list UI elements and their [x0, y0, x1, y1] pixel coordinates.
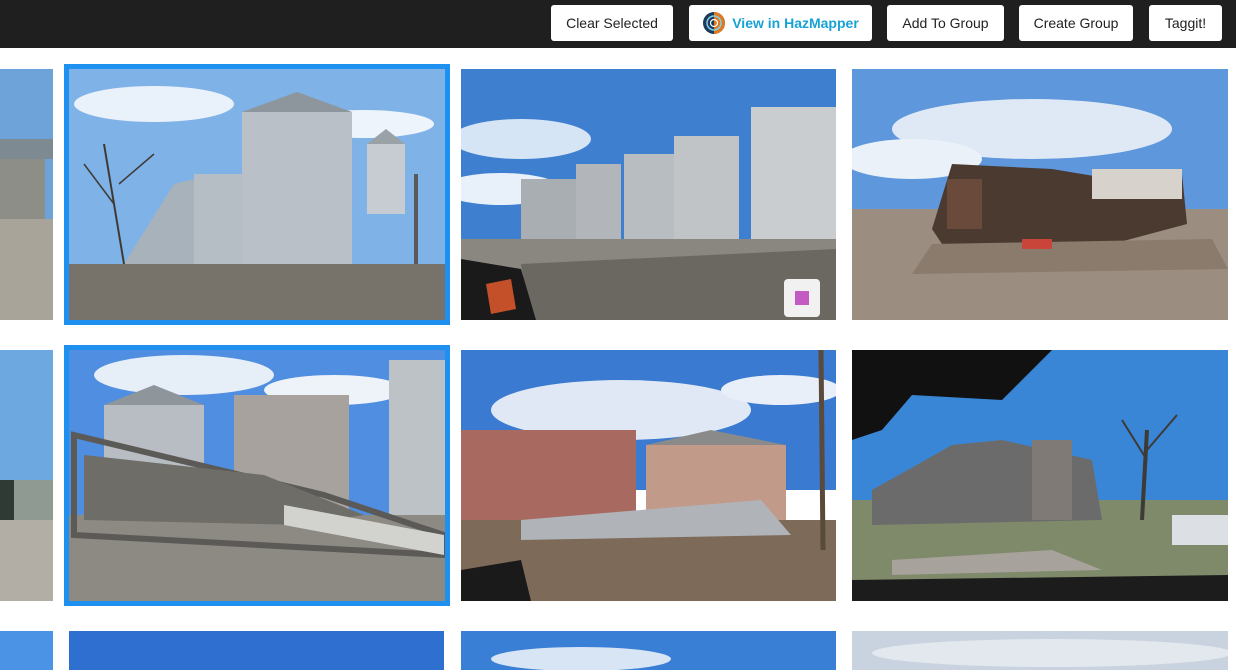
- taggit-button[interactable]: Taggit!: [1149, 5, 1222, 41]
- photo-gallery: [0, 48, 1236, 670]
- photo-tile[interactable]: [69, 631, 444, 670]
- damaged-buildings-photo-icon: [461, 350, 836, 601]
- photo-tile-selected[interactable]: [64, 345, 450, 606]
- photo-tile[interactable]: [0, 631, 53, 670]
- photo-tile[interactable]: [852, 350, 1228, 601]
- add-to-group-button[interactable]: Add To Group: [887, 5, 1004, 41]
- photo-tile[interactable]: [461, 350, 836, 601]
- photo-tile[interactable]: [852, 69, 1228, 320]
- collapsed-structure-photo-icon: [64, 345, 450, 606]
- clear-selected-button[interactable]: Clear Selected: [551, 5, 673, 41]
- photo-tile-selected[interactable]: [64, 64, 450, 325]
- photo-thumbnail-icon: [0, 69, 53, 320]
- photo-tile[interactable]: [852, 631, 1228, 670]
- create-group-button[interactable]: Create Group: [1019, 5, 1133, 41]
- damaged-house-windshield-photo-icon: [852, 350, 1228, 601]
- photo-thumbnail-icon: [0, 631, 53, 670]
- photo-tile[interactable]: [461, 69, 836, 320]
- select-checkbox[interactable]: [784, 279, 820, 317]
- hazmapper-label: View in HazMapper: [732, 15, 859, 31]
- photo-thumbnail-icon: [0, 350, 53, 601]
- silos-from-car-photo-icon: [461, 69, 836, 320]
- photo-tile[interactable]: [461, 631, 836, 670]
- photo-thumbnail-icon: [69, 631, 444, 670]
- top-toolbar: Clear Selected View in HazMapper Add To …: [0, 0, 1236, 48]
- destroyed-house-photo-icon: [852, 69, 1228, 320]
- photo-tile[interactable]: [0, 69, 53, 320]
- select-marker: [795, 291, 809, 305]
- photo-thumbnail-icon: [461, 631, 836, 670]
- grain-bins-photo-icon: [64, 64, 450, 325]
- hazmapper-logo-icon: [703, 12, 726, 34]
- photo-thumbnail-icon: [852, 631, 1228, 670]
- view-in-hazmapper-button[interactable]: View in HazMapper: [689, 5, 872, 41]
- photo-tile[interactable]: [0, 350, 53, 601]
